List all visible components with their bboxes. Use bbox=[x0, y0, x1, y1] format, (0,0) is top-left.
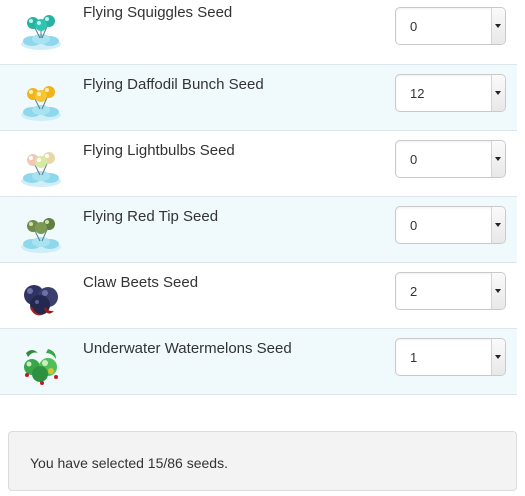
quantity-select[interactable]: 0 bbox=[395, 140, 506, 178]
seed-list: Flying Squiggles Seed 0 Flying Daffodil … bbox=[0, 0, 517, 395]
quantity-value: 0 bbox=[410, 218, 418, 233]
quantity-select[interactable]: 12 bbox=[395, 74, 506, 112]
quantity-value: 1 bbox=[410, 350, 418, 365]
chevron-down-icon[interactable] bbox=[491, 339, 505, 375]
list-item: Flying Red Tip Seed 0 bbox=[0, 197, 517, 263]
seed-name: Flying Daffodil Bunch Seed bbox=[83, 76, 264, 93]
list-item: Flying Lightbulbs Seed 0 bbox=[0, 131, 517, 197]
list-item: Flying Squiggles Seed 0 bbox=[0, 0, 517, 65]
quantity-value: 2 bbox=[410, 284, 418, 299]
flying-red-tip-seed-icon bbox=[21, 218, 61, 253]
claw-beets-seed-icon bbox=[24, 285, 58, 316]
quantity-select[interactable]: 0 bbox=[395, 206, 506, 244]
selection-summary: You have selected 15/86 seeds. bbox=[8, 431, 517, 491]
selection-summary-text: You have selected 15/86 seeds. bbox=[30, 455, 228, 471]
chevron-down-icon[interactable] bbox=[491, 75, 505, 111]
chevron-down-icon[interactable] bbox=[491, 141, 505, 177]
underwater-watermelons-seed-icon bbox=[24, 349, 58, 385]
chevron-down-icon[interactable] bbox=[491, 207, 505, 243]
seed-name: Flying Lightbulbs Seed bbox=[83, 142, 235, 159]
list-item: Underwater Watermelons Seed 1 bbox=[0, 329, 517, 395]
quantity-value: 12 bbox=[410, 86, 425, 101]
list-item: Claw Beets Seed 2 bbox=[0, 263, 517, 329]
seed-name: Underwater Watermelons Seed bbox=[83, 340, 292, 357]
chevron-down-icon[interactable] bbox=[491, 8, 505, 44]
flying-lightbulbs-seed-icon bbox=[21, 152, 61, 187]
seed-name: Flying Squiggles Seed bbox=[83, 4, 233, 21]
seed-name: Claw Beets Seed bbox=[83, 274, 199, 291]
seed-name: Flying Red Tip Seed bbox=[83, 208, 219, 225]
chevron-down-icon[interactable] bbox=[491, 273, 505, 309]
quantity-select[interactable]: 1 bbox=[395, 338, 506, 376]
flying-daffodil-seed-icon bbox=[21, 86, 61, 121]
quantity-select[interactable]: 2 bbox=[395, 272, 506, 310]
quantity-select[interactable]: 0 bbox=[395, 7, 506, 45]
flying-squiggles-seed-icon bbox=[21, 15, 61, 50]
quantity-value: 0 bbox=[410, 152, 418, 167]
quantity-value: 0 bbox=[410, 19, 418, 34]
list-item: Flying Daffodil Bunch Seed 12 bbox=[0, 65, 517, 131]
